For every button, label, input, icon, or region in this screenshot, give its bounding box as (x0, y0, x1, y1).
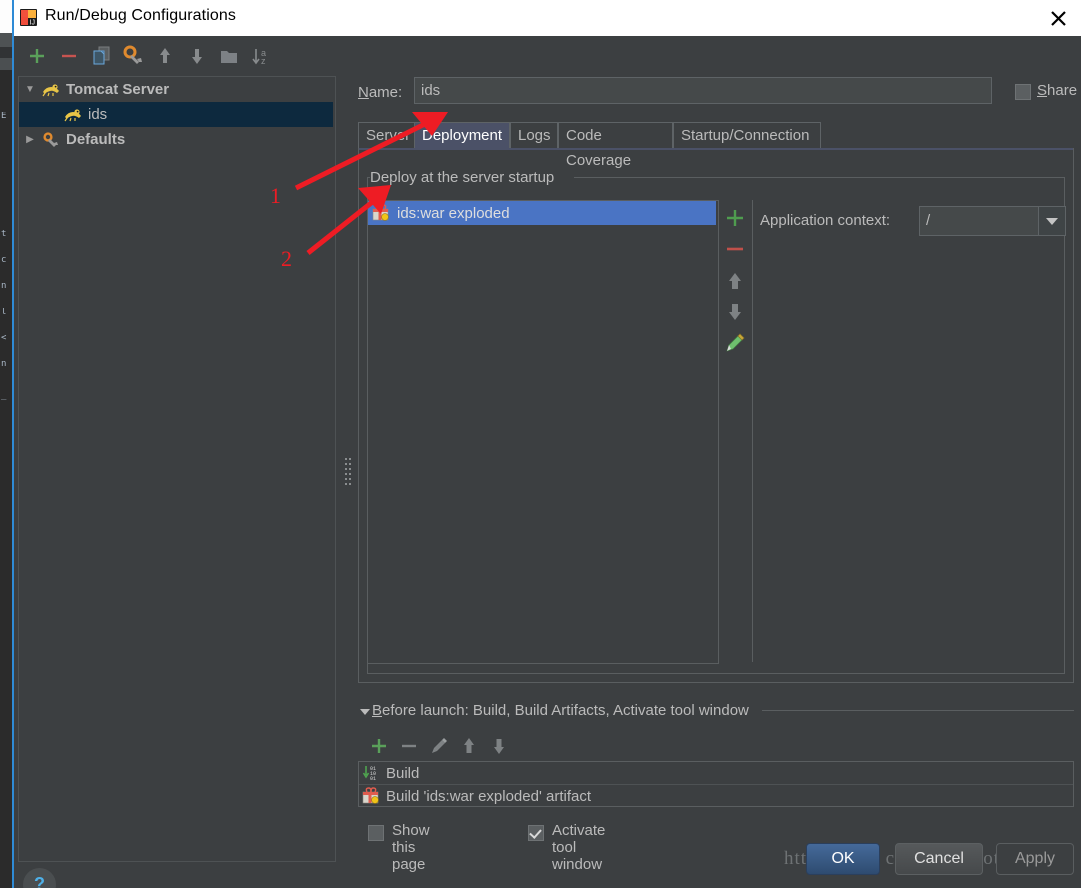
background-window-sliver: E t c n l < n _ (0, 0, 14, 888)
build-icon: 01 10 01 (362, 764, 382, 782)
sort-az-icon[interactable]: a z (248, 42, 274, 70)
configuration-tabs: Server Deployment Logs Code Coverage Sta… (358, 122, 1074, 169)
tab-code-coverage[interactable]: Code Coverage (558, 122, 673, 169)
artifact-icon (362, 787, 382, 805)
arrow-up-icon[interactable] (152, 42, 178, 70)
show-this-page-checkbox[interactable] (368, 825, 384, 841)
task-label: Build 'ids:war exploded' artifact (386, 787, 591, 805)
application-context-label: Application context: (760, 212, 891, 229)
tomcat-icon (63, 106, 85, 124)
svg-text:IJ: IJ (30, 20, 35, 27)
application-context-combobox[interactable]: / (919, 206, 1066, 236)
question-mark-icon: ? (34, 874, 45, 888)
panel-splitter[interactable] (340, 76, 356, 860)
tomcat-icon (41, 81, 63, 99)
edit-artifact-button[interactable] (719, 328, 752, 358)
group-line-bottom (367, 673, 1065, 674)
tree-node-ids[interactable]: ids (19, 102, 333, 127)
chevron-right-icon[interactable]: ▶ (19, 134, 41, 145)
dialog-title: Run/Debug Configurations (45, 7, 236, 24)
tab-startup-connection[interactable]: Startup/Connection (673, 122, 821, 148)
intellij-idea-icon: IJ (19, 8, 38, 27)
chevron-down-icon[interactable] (1038, 207, 1065, 235)
tree-node-label: Defaults (66, 131, 126, 148)
chevron-down-icon[interactable] (360, 709, 370, 715)
tab-server[interactable]: Server (358, 122, 415, 148)
configurations-tree[interactable]: ▼ Tomcat Server ids ▶ Defaults (18, 76, 336, 862)
tree-node-tomcat-server[interactable]: ▼ Tomcat Server (19, 77, 333, 102)
svg-text:01: 01 (370, 776, 376, 781)
activate-tool-window-checkbox[interactable] (528, 825, 544, 841)
remove-artifact-button[interactable] (719, 234, 752, 264)
share-checkbox[interactable] (1015, 84, 1031, 100)
show-this-page-label: Show this page (392, 822, 430, 873)
move-task-up-button[interactable] (454, 732, 484, 760)
close-icon[interactable] (1036, 0, 1081, 36)
before-launch-divider (762, 710, 1074, 711)
tree-node-label: ids (88, 106, 108, 123)
configuration-editor: Name: Share Server Deployment Logs Code … (356, 38, 1078, 888)
tree-node-label: Tomcat Server (66, 81, 170, 98)
dialog-body: a z ▼ Tomcat Server ids ▶ Defaults Name:… (14, 36, 1081, 888)
name-label: Name: (358, 84, 403, 101)
chevron-down-icon[interactable]: ▼ (19, 84, 41, 95)
splitter-grip[interactable] (345, 458, 351, 488)
copy-configuration-button[interactable] (88, 42, 114, 70)
before-launch-toolbar (360, 732, 560, 760)
activate-tool-window-label: Activate tool window (552, 822, 606, 873)
help-button[interactable]: ? (23, 868, 56, 888)
run-debug-configurations-dialog: IJ Run/Debug Configurations a z ▼ Tomcat… (14, 0, 1081, 888)
svg-text:z: z (261, 56, 266, 66)
task-label: Build (386, 764, 420, 782)
move-artifact-up-button[interactable] (719, 266, 752, 296)
dialog-titlebar: IJ Run/Debug Configurations (14, 0, 1081, 36)
tab-logs[interactable]: Logs (510, 122, 558, 148)
tree-node-defaults[interactable]: ▶ Defaults (19, 127, 333, 152)
deploy-group-title: Deploy at the server startup (366, 169, 559, 186)
move-task-down-button[interactable] (484, 732, 514, 760)
remove-task-button[interactable] (394, 732, 424, 760)
edit-task-button[interactable] (424, 732, 454, 760)
wrench-gear-icon (41, 131, 63, 149)
wrench-gear-icon[interactable] (120, 42, 146, 70)
add-configuration-button[interactable] (24, 42, 50, 70)
add-artifact-button[interactable] (719, 203, 752, 233)
artifact-icon (372, 204, 394, 222)
remove-configuration-button[interactable] (56, 42, 82, 70)
table-row[interactable]: Build 'ids:war exploded' artifact (359, 785, 1073, 807)
table-row[interactable]: 01 10 01 Build (359, 762, 1073, 784)
run-debug-configurations-screen: E t c n l < n _ IJ Run/Debug Configurati… (0, 0, 1081, 888)
list-item[interactable]: ids:war exploded (368, 201, 716, 225)
folder-icon[interactable] (216, 42, 242, 70)
cancel-button[interactable]: Cancel (895, 843, 983, 875)
application-context-value: / (926, 212, 931, 229)
before-launch-title: BBefore launch: Build, Build Artifacts, … (372, 702, 749, 719)
configurations-toolbar: a z (18, 42, 338, 72)
share-label: Share (1037, 82, 1078, 99)
artifact-list-buttons (719, 200, 753, 662)
move-artifact-down-button[interactable] (719, 297, 752, 327)
deployment-artifacts-list[interactable]: ids:war exploded (367, 200, 719, 664)
group-line-vertical-right (1064, 177, 1065, 673)
artifact-label: ids:war exploded (397, 204, 510, 222)
name-input[interactable] (414, 77, 992, 104)
ok-button[interactable]: OK (806, 843, 880, 875)
tab-deployment[interactable]: Deployment (414, 122, 510, 148)
apply-button[interactable]: Apply (996, 843, 1074, 875)
before-launch-tasks-list[interactable]: 01 10 01 Build Build 'ids:war exploded' … (358, 761, 1074, 807)
group-line-right (574, 177, 1064, 178)
arrow-down-icon[interactable] (184, 42, 210, 70)
add-task-button[interactable] (364, 732, 394, 760)
